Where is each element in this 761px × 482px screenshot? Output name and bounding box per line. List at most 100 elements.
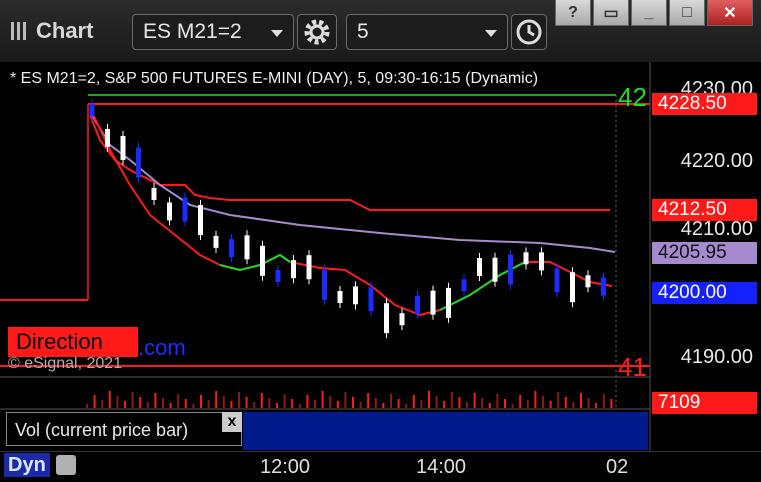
volume-bar (587, 398, 590, 408)
volume-bar (268, 398, 271, 408)
volume-bar (93, 395, 96, 408)
chevron-down-icon (271, 30, 283, 37)
candle-body (322, 269, 327, 300)
candle-body (554, 268, 560, 293)
x-tick: 12:00 (260, 456, 311, 478)
dynamic-button[interactable]: Dyn (4, 453, 50, 477)
candle-body (415, 295, 420, 314)
volume-bar (154, 393, 157, 408)
candle-body (136, 147, 141, 178)
volume-tag: 7109 (652, 392, 757, 414)
volume-bar (602, 394, 605, 408)
volume-bar (291, 399, 294, 408)
x-tick: 02 (606, 456, 629, 478)
symbol-value: ES M21=2 (143, 20, 242, 43)
volume-bar (526, 400, 529, 408)
minimize-button[interactable]: _ (631, 0, 667, 26)
volume-bar (253, 402, 256, 408)
chevron-down-icon (485, 30, 497, 37)
volume-bar (595, 403, 598, 408)
candle-body (337, 291, 343, 304)
candle-body (213, 235, 219, 248)
volume-bar (374, 398, 377, 408)
chart-header: * ES M21=2, S&P 500 FUTURES E-MINI (DAY)… (10, 70, 539, 87)
volume-bar (298, 404, 301, 408)
symbol-combo[interactable]: ES M21=2 (132, 14, 294, 50)
volume-bar (238, 392, 240, 408)
close-button[interactable]: ✕ (707, 0, 753, 26)
volume-bar (314, 400, 316, 408)
volume-bar (519, 395, 522, 408)
volume-bar (412, 395, 415, 408)
volume-bar (207, 400, 210, 408)
time-template-button[interactable] (511, 14, 547, 50)
volume-bar (108, 391, 111, 408)
volume-bar (367, 393, 370, 408)
last-price-tag: 4200.00 (652, 282, 757, 304)
candle-body (477, 258, 482, 277)
app-title: Chart (10, 18, 93, 44)
volume-bar (86, 404, 88, 408)
vwap-price-tag: 4205.95 (652, 242, 757, 264)
volume-bar (162, 398, 164, 408)
candle-body (182, 197, 188, 222)
volume-bar (146, 402, 149, 408)
volume-bar (564, 397, 567, 408)
interval-combo[interactable]: 5 (346, 14, 508, 50)
candle-body (306, 255, 312, 280)
volume-bar (549, 401, 552, 408)
volume-bar (215, 391, 218, 408)
volume-bar (610, 399, 613, 408)
brand-box: Direction (8, 327, 138, 357)
volume-bar (184, 399, 187, 408)
volume-bar (359, 402, 362, 408)
volume-bar (511, 404, 514, 408)
candle-body (275, 269, 281, 282)
candle-body (446, 287, 451, 318)
volume-bar (336, 401, 339, 408)
volume-bar (306, 395, 309, 408)
candle-body (89, 104, 95, 116)
volume-bar (245, 397, 248, 408)
candle-body (198, 205, 203, 236)
maximize-button[interactable]: □ (669, 0, 705, 26)
brand-suffix: .com (138, 335, 186, 360)
bottom-marker: 41 (618, 352, 647, 382)
volume-bar (542, 396, 544, 408)
volume-bar (397, 399, 400, 408)
candle-body (353, 286, 358, 305)
volume-bar (504, 399, 506, 408)
close-study-button[interactable]: x (222, 412, 242, 432)
title-bar: Chart ES M21=2 5 ? ▭ _ □ ✕ (0, 0, 761, 63)
candle-body (461, 279, 467, 292)
y-tick: 4190.00 (680, 346, 753, 368)
help-button[interactable]: ? (555, 0, 591, 26)
volume-bar (177, 394, 180, 408)
volume-bar (473, 393, 476, 408)
volume-bar (321, 391, 324, 408)
x-tick: 14:00 (416, 456, 467, 478)
settings-button[interactable] (297, 14, 337, 50)
candle-body (151, 187, 157, 200)
lock-icon[interactable] (56, 455, 76, 475)
volume-bar (420, 400, 423, 408)
clock-icon (516, 19, 542, 45)
volume-bar (124, 401, 126, 408)
volume-bar (344, 392, 347, 408)
volume-bar (329, 396, 332, 408)
candle-body (105, 128, 110, 147)
volume-panel-bar (243, 412, 648, 450)
candle-body (570, 272, 575, 303)
candle-body (539, 252, 544, 271)
candle-body (167, 202, 172, 221)
chart-plot[interactable] (0, 62, 761, 451)
volume-study-label[interactable]: Vol (current price bar) (6, 412, 242, 446)
candle-body (399, 313, 405, 326)
volume-bar (101, 400, 104, 408)
y-tick: 4220.00 (680, 150, 753, 172)
volume-bar (443, 401, 446, 408)
candle-body (585, 275, 591, 288)
window-title: Chart (36, 18, 94, 43)
volume-bar (405, 404, 408, 408)
link-window-button[interactable]: ▭ (593, 0, 629, 26)
